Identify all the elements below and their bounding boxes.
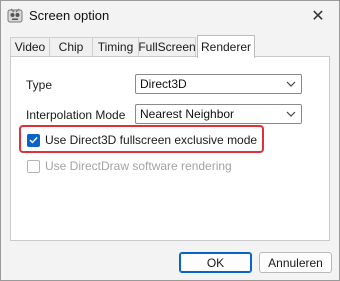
tab-renderer[interactable]: Renderer bbox=[197, 35, 255, 58]
close-icon[interactable]: ✕ bbox=[301, 3, 335, 29]
directdraw-checkbox-row: Use DirectDraw software rendering bbox=[27, 159, 232, 173]
interpolation-select-value: Nearest Neighbor bbox=[140, 107, 235, 121]
app-icon bbox=[7, 7, 23, 23]
interpolation-label: Interpolation Mode bbox=[26, 108, 126, 122]
type-select[interactable]: Direct3D bbox=[135, 74, 302, 94]
chevron-down-icon bbox=[285, 105, 297, 123]
dialog-window: Screen option ✕ Video Chip Timing FullSc… bbox=[0, 0, 340, 281]
ok-button[interactable]: OK bbox=[179, 252, 252, 273]
type-select-value: Direct3D bbox=[140, 77, 187, 91]
exclusive-mode-checkbox[interactable] bbox=[27, 133, 40, 147]
tab-fullscreen[interactable]: FullScreen bbox=[138, 37, 196, 56]
tab-video[interactable]: Video bbox=[10, 37, 50, 56]
tab-timing[interactable]: Timing bbox=[92, 37, 139, 56]
directdraw-label: Use DirectDraw software rendering bbox=[45, 159, 232, 173]
cancel-button[interactable]: Annuleren bbox=[259, 252, 332, 273]
tab-strip: Video Chip Timing FullScreen Renderer bbox=[10, 35, 330, 58]
interpolation-select[interactable]: Nearest Neighbor bbox=[135, 104, 302, 124]
window-title: Screen option bbox=[29, 8, 110, 23]
directdraw-checkbox bbox=[27, 159, 40, 173]
chevron-down-icon bbox=[285, 75, 297, 93]
exclusive-mode-label: Use Direct3D fullscreen exclusive mode bbox=[45, 133, 258, 147]
tab-chip[interactable]: Chip bbox=[49, 37, 93, 56]
exclusive-mode-checkbox-row[interactable]: Use Direct3D fullscreen exclusive mode bbox=[27, 133, 257, 147]
title-bar[interactable]: Screen option ✕ bbox=[1, 1, 339, 31]
type-label: Type bbox=[26, 78, 53, 92]
